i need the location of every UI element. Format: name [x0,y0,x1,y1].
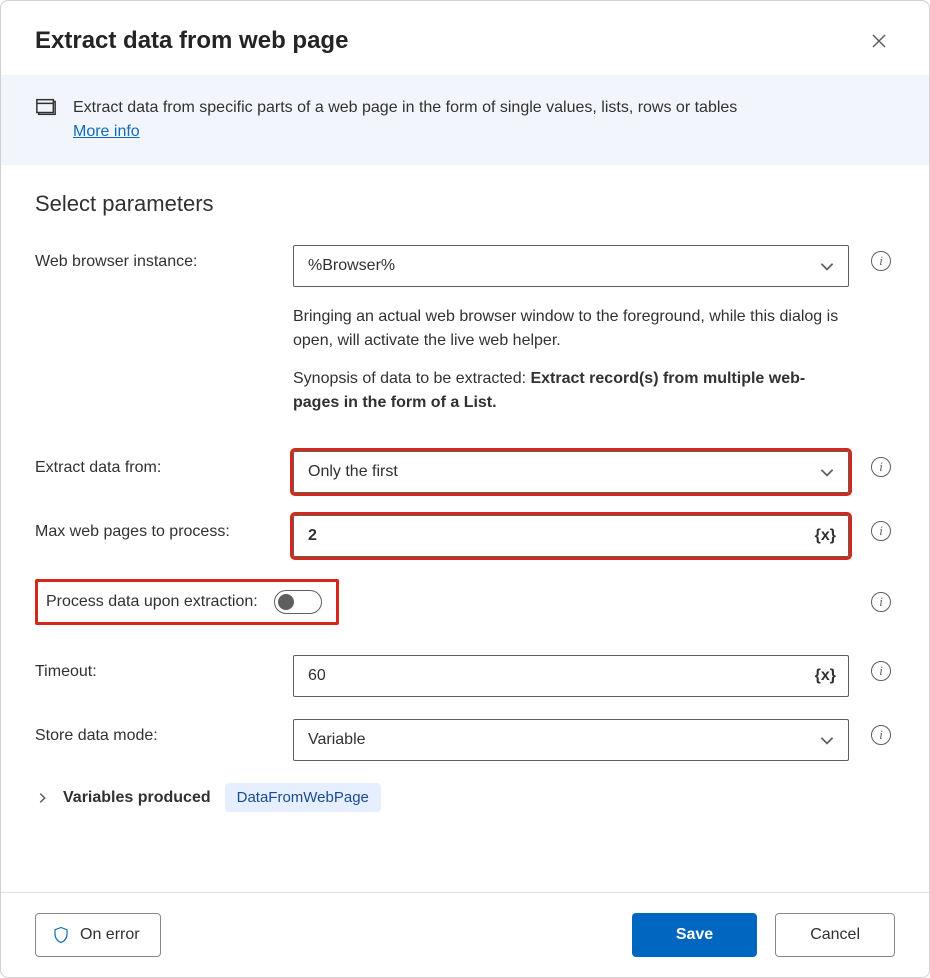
timeout-input[interactable]: 60 {x} [293,655,849,697]
info-icon[interactable]: i [871,725,891,745]
extract-from-label: Extract data from: [35,451,275,477]
on-error-button[interactable]: On error [35,913,161,957]
chevron-right-icon [35,791,49,805]
close-button[interactable] [863,25,895,57]
chevron-down-icon [818,463,836,481]
browser-instance-select[interactable]: %Browser% [293,245,849,287]
store-mode-select[interactable]: Variable [293,719,849,761]
dialog-title: Extract data from web page [35,27,348,55]
synopsis-prefix: Synopsis of data to be extracted: [293,370,530,387]
info-icon[interactable]: i [871,251,891,271]
info-description: Extract data from specific parts of a we… [73,99,737,116]
dialog-content: Select parameters Web browser instance: … [1,165,929,892]
info-icon[interactable]: i [871,661,891,681]
cancel-button[interactable]: Cancel [775,913,895,957]
close-icon [871,33,887,49]
dialog-footer: On error Save Cancel [1,892,929,977]
dialog-header: Extract data from web page [1,1,929,75]
info-bar: Extract data from specific parts of a we… [1,75,929,165]
web-extract-icon [35,96,57,118]
variable-token-icon[interactable]: {x} [815,527,836,545]
variables-produced-label: Variables produced [63,789,211,807]
variable-chip[interactable]: DataFromWebPage [225,783,381,812]
store-mode-value: Variable [308,731,366,749]
process-upon-highlight: Process data upon extraction: [35,579,339,625]
info-icon[interactable]: i [871,457,891,477]
toggle-knob [278,594,294,610]
extract-from-value: Only the first [308,463,398,481]
chevron-down-icon [818,731,836,749]
shield-icon [52,926,70,944]
chevron-down-icon [818,257,836,275]
info-icon[interactable]: i [871,521,891,541]
max-pages-label: Max web pages to process: [35,515,275,541]
max-pages-value: 2 [308,527,317,545]
max-pages-input[interactable]: 2 {x} [293,515,849,557]
section-title: Select parameters [35,191,895,217]
variable-token-icon[interactable]: {x} [815,667,836,685]
on-error-label: On error [80,926,140,944]
browser-help-text: Bringing an actual web browser window to… [293,305,849,353]
more-info-link[interactable]: More info [73,123,140,140]
save-button[interactable]: Save [632,913,757,957]
timeout-label: Timeout: [35,655,275,681]
store-mode-label: Store data mode: [35,719,275,745]
timeout-value: 60 [308,667,326,685]
extract-from-select[interactable]: Only the first [293,451,849,493]
process-upon-toggle[interactable] [274,590,322,614]
browser-instance-label: Web browser instance: [35,245,275,271]
info-icon[interactable]: i [871,592,891,612]
variables-produced-row[interactable]: Variables produced DataFromWebPage [35,783,895,812]
process-upon-label: Process data upon extraction: [46,593,258,611]
browser-instance-value: %Browser% [308,257,395,275]
dialog: Extract data from web page Extract data … [0,0,930,978]
